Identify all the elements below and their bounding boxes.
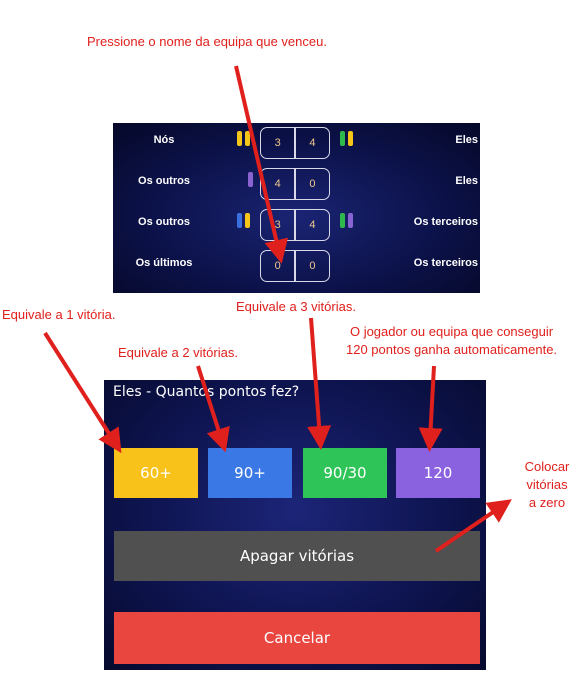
scoreboard-row: Os outros 4 0 Eles xyxy=(113,164,480,204)
score-box: 0 0 xyxy=(260,250,330,282)
annotation-equals-1: Equivale a 1 vitória. xyxy=(2,307,116,322)
points-60-button[interactable]: 60+ xyxy=(114,448,198,498)
cancel-button[interactable]: Cancelar xyxy=(114,612,480,664)
scoreboard-row: Os outros 3 4 Os terceiros xyxy=(113,205,480,245)
right-score: 4 xyxy=(309,137,316,149)
right-score: 0 xyxy=(309,178,316,190)
scoreboard-panel: Nós 3 4 Eles Os outros 4 0 Eles Os outro… xyxy=(113,123,480,293)
win-pip xyxy=(340,131,345,146)
win-pip xyxy=(348,131,353,146)
score-box: 3 4 xyxy=(260,127,330,159)
dialog-title: Eles - Quantos pontos fez? xyxy=(113,384,300,400)
right-score: 4 xyxy=(309,219,316,231)
annotation-auto-win-line2: 120 pontos ganha automaticamente. xyxy=(346,342,558,357)
annotation-auto-win-line1: O jogador ou equipa que conseguir xyxy=(349,324,554,339)
annotation-equals-3: Equivale a 3 vitórias. xyxy=(236,299,356,314)
score-box: 4 0 xyxy=(260,168,330,200)
points-90-button[interactable]: 90+ xyxy=(208,448,292,498)
right-team-name[interactable]: Eles xyxy=(398,134,478,146)
score-box: 3 4 xyxy=(260,209,330,241)
right-team-name[interactable]: Os terceiros xyxy=(398,216,478,228)
win-pip xyxy=(340,213,345,228)
annotation-equals-2: Equivale a 2 vitórias. xyxy=(118,345,238,360)
annotation-auto-win: O jogador ou equipa que conseguir 120 po… xyxy=(346,323,557,359)
points-120-button[interactable]: 120 xyxy=(396,448,480,498)
left-team-name[interactable]: Nós xyxy=(119,134,209,146)
left-score: 3 xyxy=(274,137,281,149)
left-score: 3 xyxy=(274,219,281,231)
left-team-name[interactable]: Os outros xyxy=(119,175,209,187)
scoreboard-row: Os últimos 0 0 Os terceiros xyxy=(113,246,480,286)
points-dialog: Eles - Quantos pontos fez? 60+ 90+ 90/30… xyxy=(104,380,486,670)
win-pip xyxy=(348,213,353,228)
win-pip xyxy=(237,213,242,228)
left-team-name[interactable]: Os últimos xyxy=(119,257,209,269)
annotation-reset-line1: Colocar xyxy=(524,459,570,474)
annotation-reset: Colocar vitórias a zero xyxy=(512,458,582,512)
points-90-30-button[interactable]: 90/30 xyxy=(303,448,387,498)
win-pip xyxy=(245,213,250,228)
annotation-press-team: Pressione o nome da equipa que venceu. xyxy=(87,34,327,49)
left-score: 0 xyxy=(274,260,281,272)
erase-victories-button[interactable]: Apagar vitórias xyxy=(114,531,480,581)
annotation-reset-line2: vitórias xyxy=(526,477,568,492)
win-pip xyxy=(245,131,250,146)
right-team-name[interactable]: Eles xyxy=(398,175,478,187)
left-team-name[interactable]: Os outros xyxy=(119,216,209,228)
right-score: 0 xyxy=(309,260,316,272)
win-pip xyxy=(248,172,253,187)
win-pip xyxy=(237,131,242,146)
scoreboard-row: Nós 3 4 Eles xyxy=(113,123,480,163)
left-score: 4 xyxy=(274,178,281,190)
right-team-name[interactable]: Os terceiros xyxy=(398,257,478,269)
annotation-reset-line3: a zero xyxy=(528,495,566,510)
